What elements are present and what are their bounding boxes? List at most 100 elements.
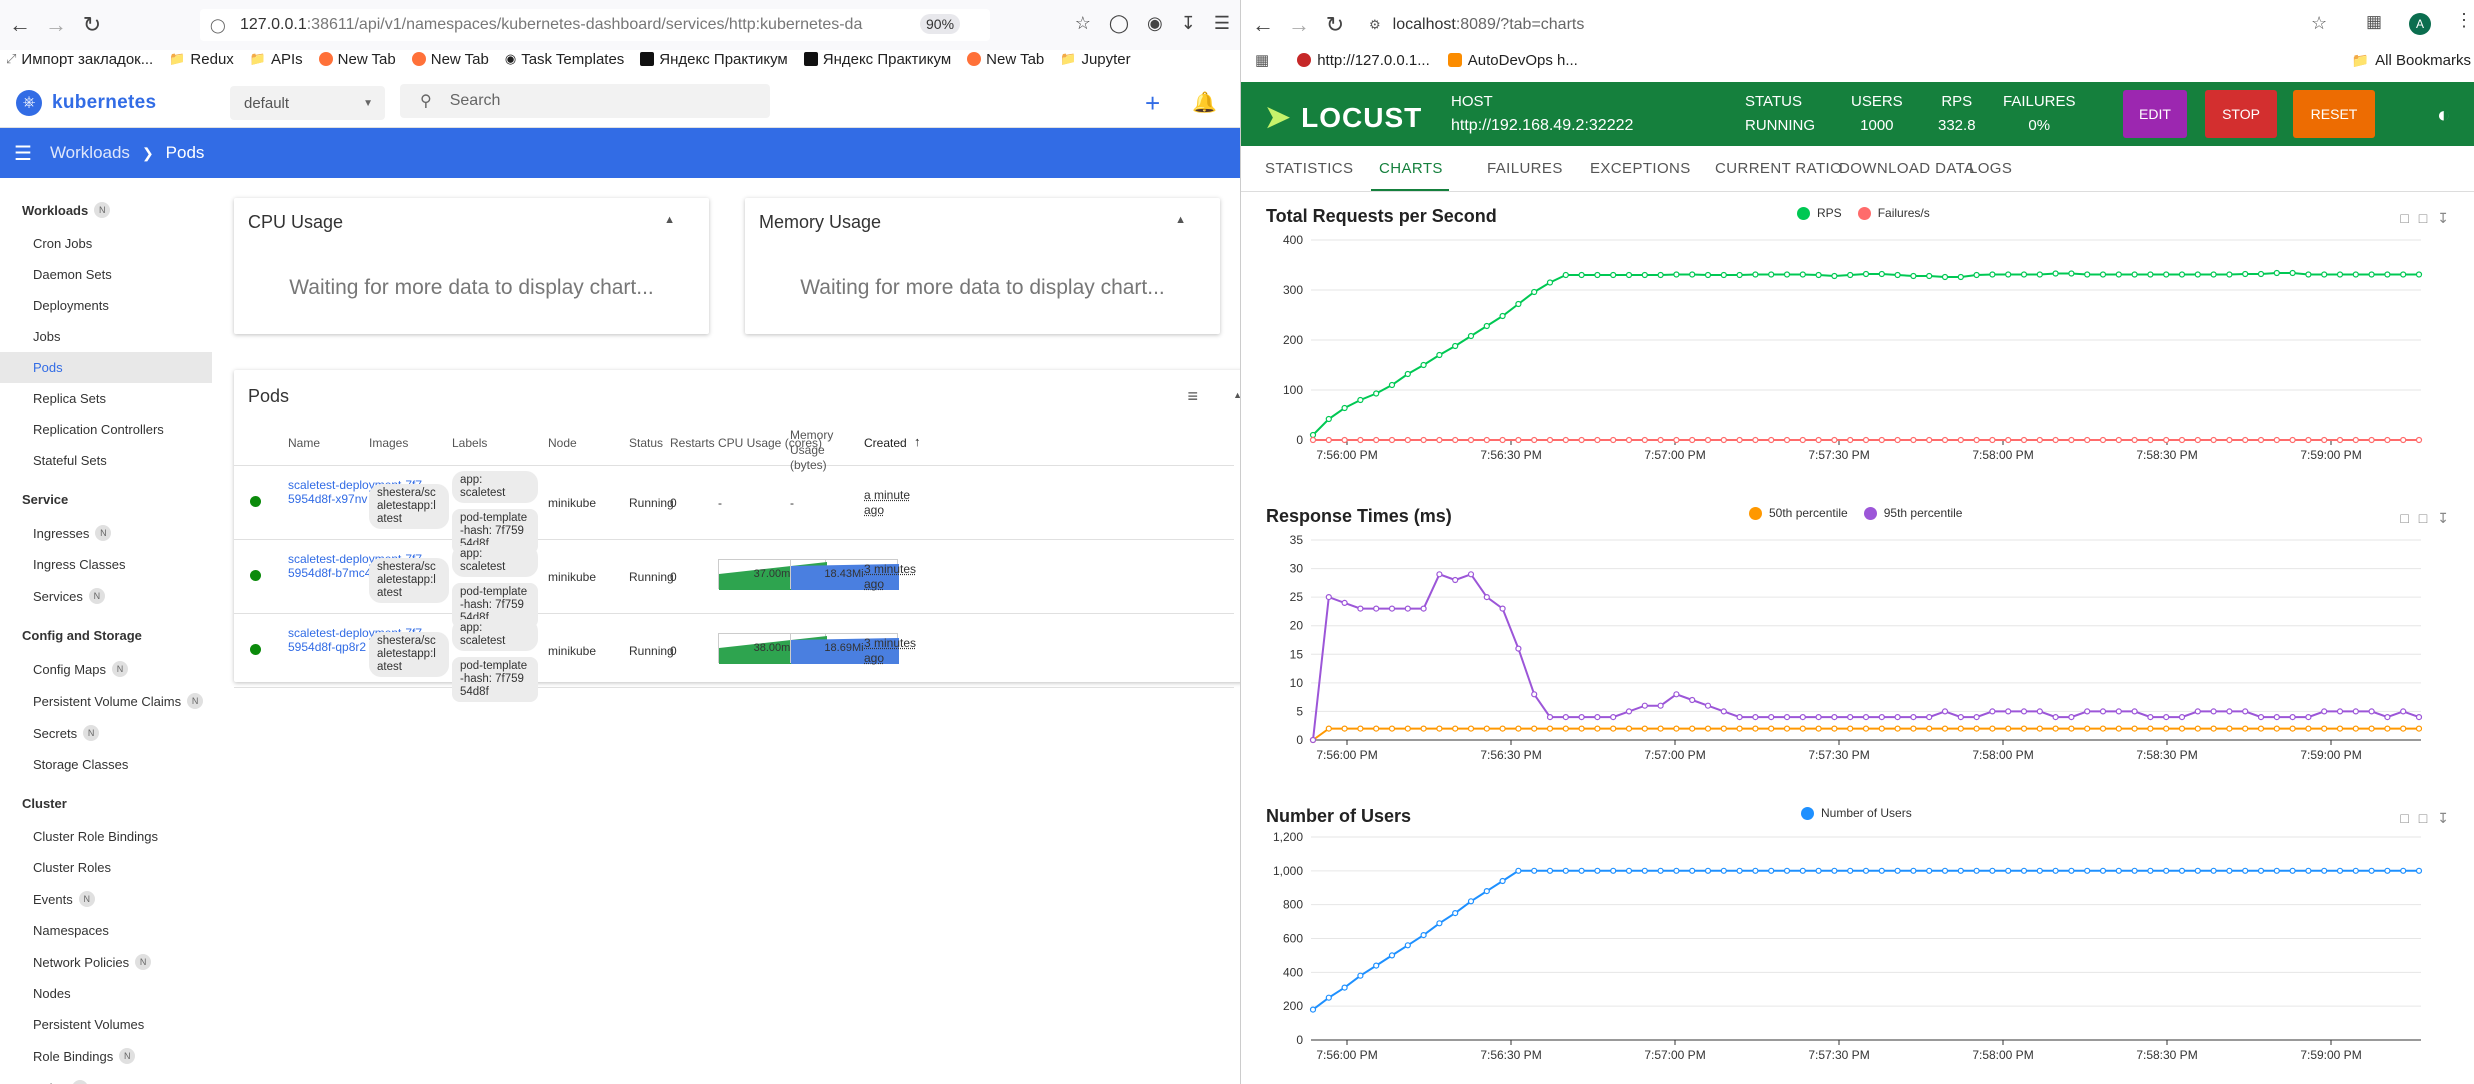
forward-icon[interactable]: → (1281, 7, 1317, 43)
breadcrumb-current: Pods (165, 143, 205, 162)
sidebar-item[interactable]: Persistent Volume Claims N (0, 685, 212, 717)
sidebar-item[interactable]: Ingress Classes (0, 549, 212, 580)
bookmark-item[interactable]: New Tab (411, 51, 489, 68)
sort-arrow-icon[interactable]: ↑ (914, 434, 921, 449)
tab-exceptions[interactable]: EXCEPTIONS (1590, 160, 1691, 177)
hamburger-menu-icon[interactable]: ☰ (14, 141, 32, 166)
bookmark-item[interactable]: 📁 Jupyter (1060, 51, 1130, 68)
all-bookmarks[interactable]: 📁 All Bookmarks (2352, 52, 2471, 69)
sidebar-item[interactable]: Ingresses N (0, 517, 212, 549)
sidebar-item[interactable]: Secrets N (0, 717, 212, 749)
forward-icon[interactable]: → (38, 7, 74, 43)
sidebar-item[interactable]: Nodes (0, 978, 212, 1009)
sidebar-item[interactable]: Replication Controllers (0, 414, 212, 445)
search-input[interactable]: ⚲ Search (400, 84, 770, 118)
reload-icon[interactable]: ↻ (74, 7, 110, 43)
sidebar-item[interactable]: Jobs (0, 321, 212, 352)
namespace-select[interactable]: default ▼ (230, 86, 385, 120)
sidebar-section[interactable]: Workloads N (0, 192, 212, 228)
more-menu-icon[interactable]: ⋮ (2455, 10, 2473, 31)
star-icon[interactable]: ☆ (1075, 13, 1091, 34)
sidebar-item[interactable]: Namespaces (0, 915, 212, 946)
column-header[interactable]: Created (864, 436, 907, 450)
edit-button[interactable]: EDIT (2123, 90, 2187, 138)
sidebar-item[interactable]: Services N (0, 580, 212, 612)
sidebar-item[interactable]: Deployments (0, 290, 212, 321)
sidebar-item[interactable]: Daemon Sets (0, 259, 212, 290)
create-plus-icon[interactable]: + (1145, 88, 1160, 119)
node-cell[interactable]: minikube (548, 496, 596, 510)
theme-toggle-icon[interactable]: ◐ (2437, 102, 2450, 128)
notifications-bell-icon[interactable]: 🔔 (1192, 90, 1217, 115)
stop-button[interactable]: STOP (2205, 90, 2277, 138)
reset-button[interactable]: RESET (2293, 90, 2375, 138)
tab-statistics[interactable]: STATISTICS (1265, 160, 1353, 177)
table-row[interactable]: scaletest-deployment-7f75954d8f-b7mc4 she… (234, 540, 1234, 628)
bookmark-item[interactable]: New Tab (318, 51, 396, 68)
bookmark-item[interactable]: Яндекс Практикум (640, 51, 788, 68)
address-bar[interactable]: ⚙ localhost:8089/?tab=charts (1349, 9, 2359, 41)
tab-charts[interactable]: CHARTS (1379, 160, 1443, 177)
filter-icon[interactable]: ≡ (1187, 386, 1198, 407)
tab-download-data[interactable]: DOWNLOAD DATA (1839, 160, 1974, 177)
bookmark-item[interactable]: ⤢ Импорт закладок... (6, 51, 153, 68)
bookmark-item[interactable]: ◉ Task Templates (505, 51, 624, 68)
caret-up-icon[interactable]: ▲ (1233, 390, 1240, 400)
extensions-icon[interactable]: ☰ (1214, 13, 1230, 34)
tab-current-ratio[interactable]: CURRENT RATIO (1715, 160, 1842, 177)
locust-logo[interactable]: ➤ LOCUST (1265, 100, 1422, 135)
extensions-icon[interactable]: ▦ (2366, 12, 2382, 32)
breadcrumb-workloads[interactable]: Workloads (50, 143, 130, 163)
back-icon[interactable]: ← (1245, 7, 1281, 43)
zoom-level[interactable]: 90% (920, 14, 961, 34)
sidebar-section[interactable]: Cluster (0, 786, 212, 821)
apps-grid-icon[interactable]: ▦ (1255, 51, 1269, 69)
column-header[interactable]: Labels (452, 436, 487, 450)
created-cell[interactable]: a minute ago (864, 488, 926, 518)
sidebar-item[interactable]: Stateful Sets (0, 445, 212, 476)
sidebar-item[interactable]: Replica Sets (0, 383, 212, 414)
sidebar-item[interactable]: Storage Classes (0, 749, 212, 780)
column-header[interactable]: Status (629, 436, 663, 450)
sidebar-item[interactable]: Cron Jobs (0, 228, 212, 259)
bookmark-item[interactable]: AutoDevOps h... (1447, 52, 1578, 69)
sidebar-item[interactable]: Role Bindings N (0, 1040, 212, 1072)
account-icon[interactable]: ◉ (1147, 13, 1163, 34)
bookmark-item[interactable]: Яндекс Практикум (803, 51, 951, 68)
sidebar-item[interactable]: Pods (0, 352, 212, 383)
tab-logs[interactable]: LOGS (1969, 160, 2012, 177)
bookmark-item[interactable]: New Tab (967, 51, 1044, 68)
star-icon[interactable]: ☆ (2311, 13, 2327, 34)
column-header[interactable]: Name (288, 436, 320, 450)
pocket-icon[interactable]: ◯ (1109, 13, 1129, 34)
sidebar-item[interactable]: Persistent Volumes (0, 1009, 212, 1040)
back-icon[interactable]: ← (2, 7, 38, 43)
tab-failures[interactable]: FAILURES (1487, 160, 1563, 177)
address-bar[interactable]: ◯ 127.0.0.1:38611/api/v1/namespaces/kube… (200, 9, 990, 41)
node-cell[interactable]: minikube (548, 644, 596, 658)
node-cell[interactable]: minikube (548, 570, 596, 584)
table-row[interactable]: scaletest-deployment-7f75954d8f-qp8r2 she… (234, 614, 1234, 702)
reload-icon[interactable]: ↻ (1317, 7, 1353, 43)
sidebar-item[interactable]: Cluster Roles (0, 852, 212, 883)
site-info-icon[interactable]: ⚙ (1369, 17, 1381, 33)
bookmark-item[interactable]: 📁 Redux (169, 51, 234, 68)
column-header[interactable]: Restarts (670, 436, 715, 450)
sidebar-item[interactable]: Roles N (0, 1072, 212, 1084)
profile-avatar[interactable]: A (2409, 13, 2431, 35)
collapse-caret-icon[interactable]: ▲ (1175, 214, 1186, 226)
sidebar-item[interactable]: Cluster Role Bindings (0, 821, 212, 852)
sidebar-section[interactable]: Config and Storage (0, 618, 212, 653)
collapse-caret-icon[interactable]: ▲ (664, 214, 675, 226)
sidebar-item[interactable]: Network Policies N (0, 946, 212, 978)
sidebar-item[interactable]: Events N (0, 883, 212, 915)
sidebar-item[interactable]: Config Maps N (0, 653, 212, 685)
download-icon[interactable]: ↧ (1181, 13, 1196, 34)
kubernetes-logo-icon[interactable]: ⎈ (16, 89, 42, 116)
column-header[interactable]: Node (548, 436, 577, 450)
sidebar-section[interactable]: Service (0, 482, 212, 517)
table-row[interactable]: scaletest-deployment-7f75954d8f-x97nv she… (234, 466, 1234, 554)
column-header[interactable]: Images (369, 436, 408, 450)
bookmark-item[interactable]: 📁 APIs (250, 51, 303, 68)
bookmark-item[interactable]: http://127.0.0.1... (1297, 52, 1430, 69)
